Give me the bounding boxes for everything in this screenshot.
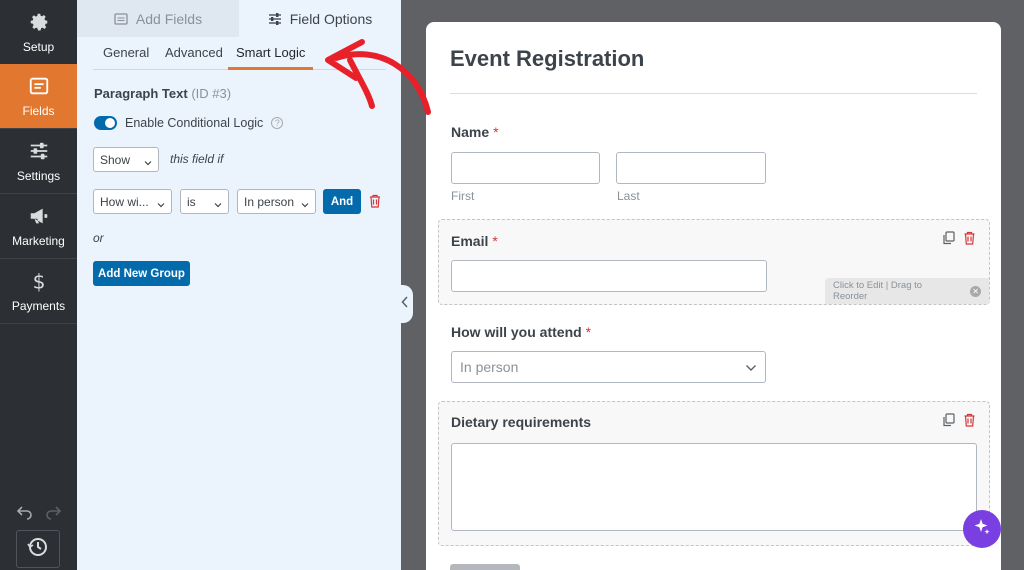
nav-fields[interactable]: Fields <box>0 64 77 129</box>
gear-icon <box>27 10 51 34</box>
rule-value-select[interactable]: In person <box>237 189 316 214</box>
field-actions <box>942 231 976 245</box>
collapse-panel-handle[interactable] <box>397 285 413 323</box>
hint-text: Click to Edit | Drag to Reorder <box>833 280 923 302</box>
nav-label: Marketing <box>12 234 65 248</box>
email-field-container[interactable]: Email * Click to Edit | Drag to Reorder ✕ <box>438 219 990 305</box>
sliders-icon <box>27 139 51 163</box>
tab-add-fields[interactable]: Add Fields <box>77 0 239 37</box>
label-text: How will you attend <box>451 324 582 340</box>
trash-icon[interactable] <box>368 194 382 208</box>
chevron-left-icon <box>401 295 409 313</box>
nav-setup[interactable]: Setup <box>0 0 77 65</box>
options-sub-tabs: General Advanced Smart Logic <box>93 37 386 70</box>
form-preview: Event Registration Name * First Last Emai… <box>426 22 1001 570</box>
nav-label: Fields <box>22 104 55 118</box>
attend-dropdown[interactable]: In person <box>451 351 766 383</box>
sliders-icon <box>268 12 282 26</box>
ai-assistant-button[interactable] <box>963 510 1001 548</box>
form-title: Event Registration <box>450 46 645 71</box>
first-name-input[interactable] <box>451 152 600 184</box>
or-text: or <box>93 231 104 245</box>
field-id: (ID #3) <box>191 86 232 101</box>
redo-icon[interactable] <box>44 502 62 520</box>
name-label: Name * <box>451 124 499 140</box>
select-value: Show <box>100 152 131 167</box>
dietary-textarea[interactable] <box>451 443 977 531</box>
builder-sidebar: Setup Fields Settings Marketing $ Paymen… <box>0 0 77 570</box>
field-heading: Paragraph Text (ID #3) <box>94 86 231 101</box>
attend-label: How will you attend * <box>451 324 591 340</box>
duplicate-icon[interactable] <box>942 231 955 245</box>
tab-advanced[interactable]: Advanced <box>165 37 223 70</box>
and-button[interactable]: And <box>323 189 361 214</box>
field-name: Paragraph Text <box>94 86 188 101</box>
nav-label: Settings <box>16 169 61 183</box>
nav-label: Payments <box>11 299 66 313</box>
last-name-input[interactable] <box>616 152 766 184</box>
dietary-field-container[interactable]: Dietary requirements <box>438 401 990 546</box>
duplicate-icon[interactable] <box>942 413 955 427</box>
submit-button[interactable] <box>450 564 520 570</box>
select-value: is <box>187 194 196 209</box>
add-new-group-button[interactable]: Add New Group <box>93 261 190 286</box>
label-text: Email <box>451 233 489 249</box>
title-divider <box>450 93 977 94</box>
list-icon <box>114 12 128 26</box>
nav-settings[interactable]: Settings <box>0 129 77 194</box>
rule-field-select[interactable]: How wi... <box>93 189 172 214</box>
field-actions <box>942 413 976 427</box>
field-options-panel: Add Fields Field Options General Advance… <box>77 0 401 570</box>
email-label: Email * <box>451 233 498 249</box>
undo-redo <box>16 502 62 522</box>
undo-icon[interactable] <box>16 502 34 520</box>
this-field-if-text: this field if <box>170 152 224 166</box>
trash-icon[interactable] <box>963 231 976 245</box>
conditional-logic-toggle[interactable] <box>94 116 117 130</box>
nav-label: Setup <box>22 40 55 54</box>
nav-marketing[interactable]: Marketing <box>0 194 77 259</box>
chevron-down-icon <box>745 359 757 375</box>
select-value: How wi... <box>100 194 149 209</box>
close-icon[interactable]: ✕ <box>970 285 981 297</box>
email-input[interactable] <box>451 260 767 292</box>
tab-label: Field Options <box>289 10 373 27</box>
sparkle-icon <box>972 517 992 542</box>
conditional-logic-row: Enable Conditional Logic ? <box>94 115 284 131</box>
required-mark: * <box>492 233 498 249</box>
help-icon[interactable]: ? <box>271 117 284 129</box>
toggle-label: Enable Conditional Logic <box>125 116 264 130</box>
trash-icon[interactable] <box>963 413 976 427</box>
megaphone-icon <box>27 204 51 228</box>
dietary-label: Dietary requirements <box>451 414 592 430</box>
select-value: In person <box>244 194 295 209</box>
revision-history-button[interactable] <box>16 530 60 568</box>
label-text: Name <box>451 124 490 140</box>
tab-smart-logic[interactable]: Smart Logic <box>228 37 314 70</box>
tab-field-options[interactable]: Field Options <box>239 0 401 37</box>
chevron-down-icon <box>214 198 222 207</box>
dollar-icon: $ <box>27 269 51 293</box>
dropdown-value: In person <box>460 359 519 375</box>
edit-reorder-hint: Click to Edit | Drag to Reorder ✕ <box>825 278 989 304</box>
required-mark: * <box>493 124 499 140</box>
svg-text:$: $ <box>32 270 45 292</box>
first-sublabel: First <box>451 189 475 203</box>
last-sublabel: Last <box>617 189 640 203</box>
panel-tabs: Add Fields Field Options <box>77 0 401 37</box>
tab-general[interactable]: General <box>103 37 149 70</box>
tab-label: Add Fields <box>135 10 203 27</box>
chevron-down-icon <box>157 198 165 207</box>
chevron-down-icon <box>144 156 152 165</box>
history-icon <box>27 536 49 563</box>
chevron-down-icon <box>301 198 309 207</box>
nav-payments[interactable]: $ Payments <box>0 259 77 324</box>
required-mark: * <box>585 324 592 340</box>
show-hide-select[interactable]: Show <box>93 147 159 172</box>
fields-icon <box>27 74 51 98</box>
rule-operator-select[interactable]: is <box>180 189 229 214</box>
